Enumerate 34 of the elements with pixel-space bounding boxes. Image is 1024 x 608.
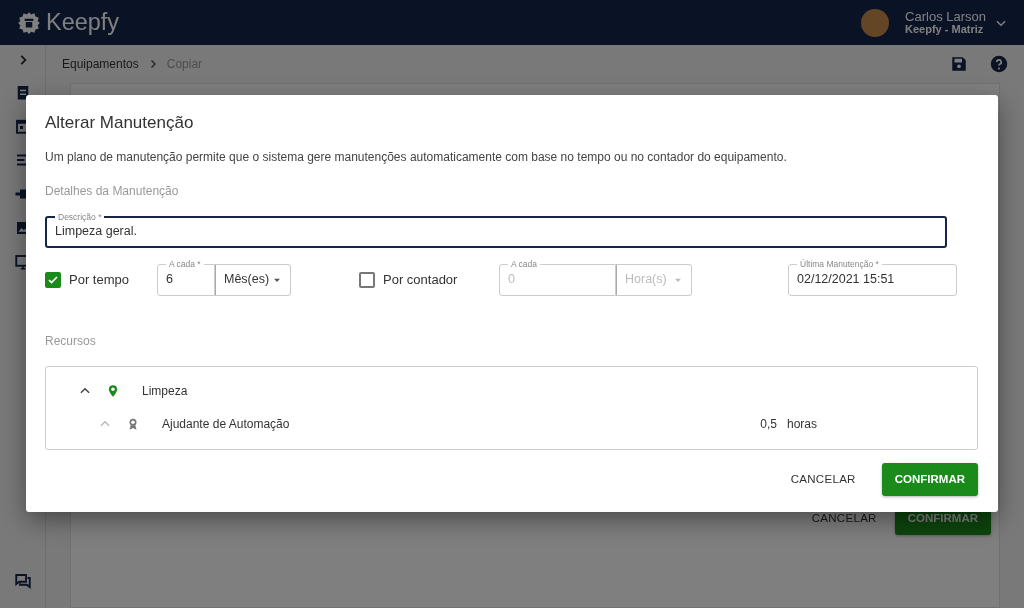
checkbox[interactable]	[359, 271, 375, 288]
field-value: Limpeza geral.	[54, 223, 137, 241]
resource-name: Limpeza	[142, 383, 189, 400]
cancel-button[interactable]: CANCELAR	[780, 462, 866, 496]
breadcrumb-item[interactable]: Equipamentos	[62, 55, 139, 73]
checkbox-label[interactable]: Por tempo	[69, 269, 129, 290]
field-value: 6	[165, 271, 173, 289]
section-title: Recursos	[45, 332, 97, 350]
user-organization: Keepfy - Matriz	[905, 22, 985, 36]
dialog-title: Alterar Manutenção	[45, 112, 195, 134]
field-label: Descrição *	[55, 210, 105, 223]
section-title: Detalhes da Manutenção	[45, 182, 180, 200]
location-pin-icon	[106, 384, 120, 398]
resource-unit: horas	[786, 416, 817, 433]
field-label: A cada	[508, 257, 540, 270]
check-icon	[47, 273, 59, 286]
user-name: Carlos Larson	[905, 9, 986, 23]
field-value: 02/12/2021 15:51	[796, 271, 895, 289]
field-label: A cada *	[166, 257, 204, 270]
select-value: Hora(s)	[625, 271, 667, 289]
resource-quantity: 0,5	[760, 416, 777, 433]
checkbox-label[interactable]: Por contador	[383, 269, 458, 290]
unit-select[interactable]: Mês(es)	[215, 263, 291, 296]
field-value: 0	[507, 271, 515, 289]
select-value: Mês(es)	[224, 271, 270, 289]
resource-name: Ajudante de Automação	[162, 416, 291, 433]
chat-icon[interactable]	[13, 572, 32, 590]
dialog-description: Um plano de manutenção permite que o sistema gere manutenções automaticamente com base no tempo ou no contador do equipamento.	[45, 148, 788, 166]
logo-text: Keepfy	[46, 7, 120, 37]
help-icon[interactable]	[990, 55, 1008, 73]
checkbox[interactable]	[45, 271, 61, 288]
field-label: Última Manutenção *	[797, 257, 882, 270]
confirm-button[interactable]: CONFIRMAR	[881, 462, 978, 496]
save-icon[interactable]	[950, 55, 968, 73]
